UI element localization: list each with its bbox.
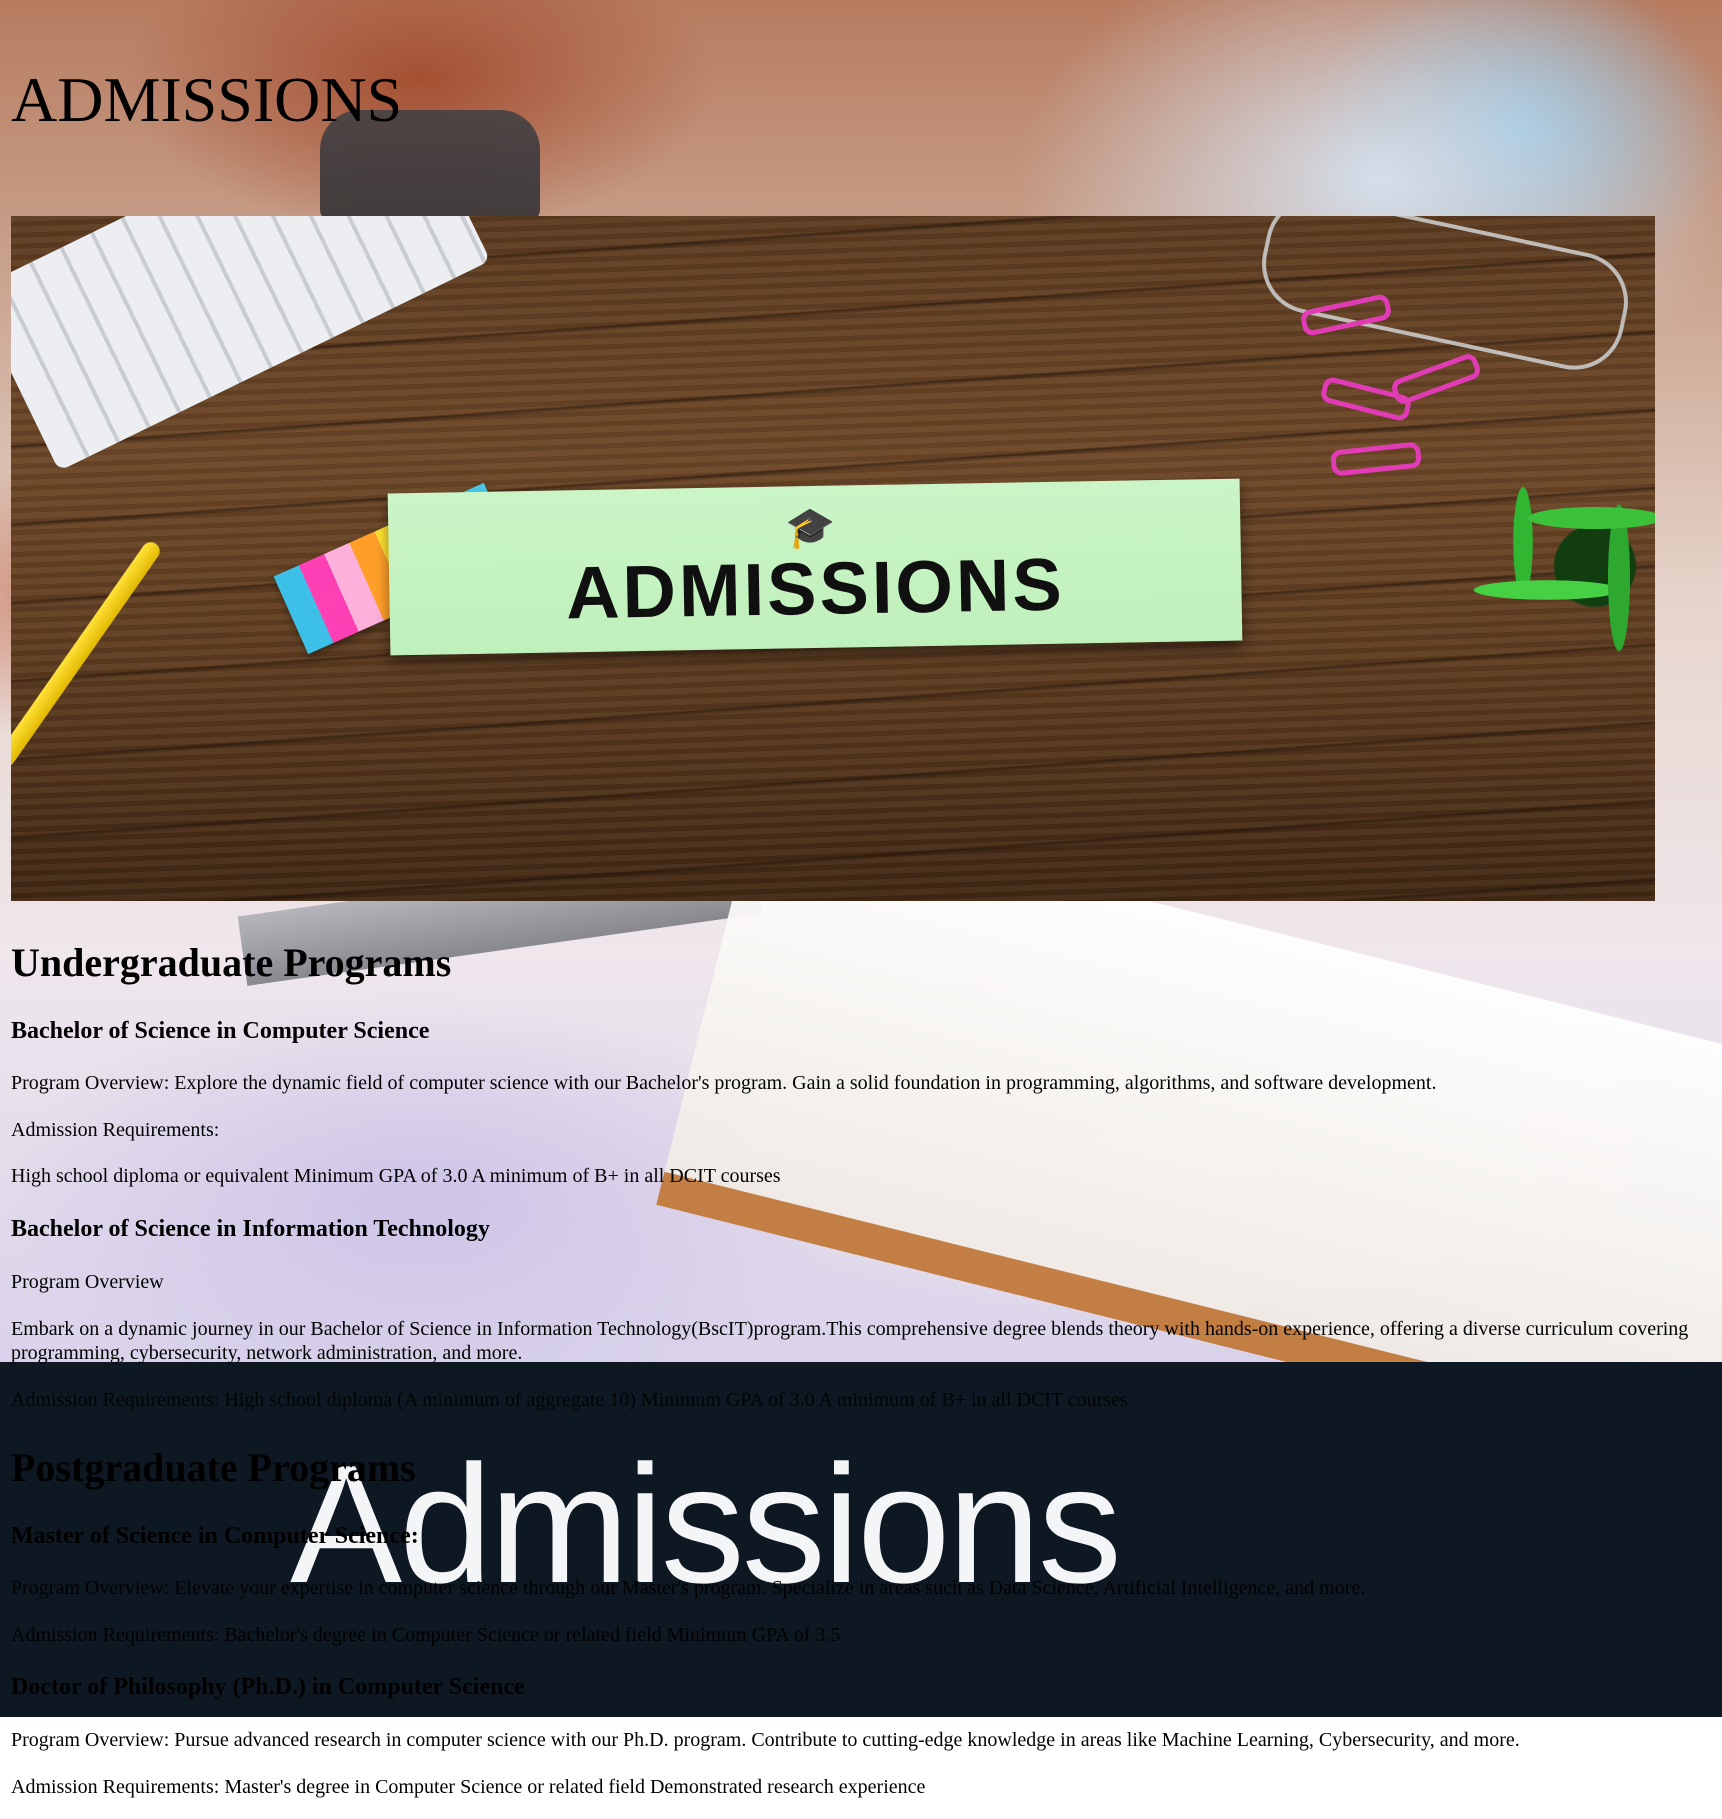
hero-sign: 🎓 ADMISSIONS bbox=[387, 478, 1243, 656]
program-title-bsc-it: Bachelor of Science in Information Techn… bbox=[11, 1216, 490, 1242]
requirements-bsc-cs: High school diploma or equivalent Minimu… bbox=[11, 1165, 781, 1187]
requirements-bsc-it: Admission Requirements: High school dipl… bbox=[11, 1389, 1128, 1411]
pencil-graphic bbox=[11, 538, 164, 771]
graduation-cap-icon: 🎓 bbox=[785, 504, 836, 551]
program-title-bsc-cs: Bachelor of Science in Computer Science bbox=[11, 1018, 430, 1044]
keyboard-graphic bbox=[11, 216, 491, 472]
program-title-msc-cs: Master of Science in Computer Science: bbox=[11, 1523, 419, 1549]
program-overview-label-bsc-it: Program Overview bbox=[11, 1271, 164, 1293]
undergraduate-heading: Undergraduate Programs bbox=[11, 940, 452, 985]
requirements-msc-cs: Admission Requirements: Bachelor's degre… bbox=[11, 1624, 841, 1646]
page-title: ADMISSIONS bbox=[11, 64, 403, 135]
program-overview-msc-cs: Program Overview: Elevate your expertise… bbox=[11, 1577, 1366, 1599]
postgraduate-heading: Postgraduate Programs bbox=[11, 1445, 416, 1490]
glasses-graphic bbox=[1252, 216, 1638, 379]
program-overview-bsc-cs: Program Overview: Explore the dynamic fi… bbox=[11, 1072, 1437, 1094]
paperclip-graphic bbox=[1329, 441, 1423, 477]
requirements-phd-cs: Admission Requirements: Master's degree … bbox=[11, 1776, 926, 1798]
program-overview-phd-cs: Program Overview: Pursue advanced resear… bbox=[11, 1729, 1520, 1751]
hero-image: 🎓 ADMISSIONS bbox=[11, 216, 1655, 901]
hero-sign-text: ADMISSIONS bbox=[565, 542, 1066, 635]
program-overview-bsc-it: Embark on a dynamic journey in our Bache… bbox=[11, 1318, 1689, 1364]
paperclip-graphic bbox=[1389, 351, 1483, 407]
requirements-label-bsc-cs: Admission Requirements: bbox=[11, 1119, 220, 1141]
program-title-phd-cs: Doctor of Philosophy (Ph.D.) in Computer… bbox=[11, 1674, 525, 1700]
plant-graphic bbox=[1451, 446, 1655, 686]
